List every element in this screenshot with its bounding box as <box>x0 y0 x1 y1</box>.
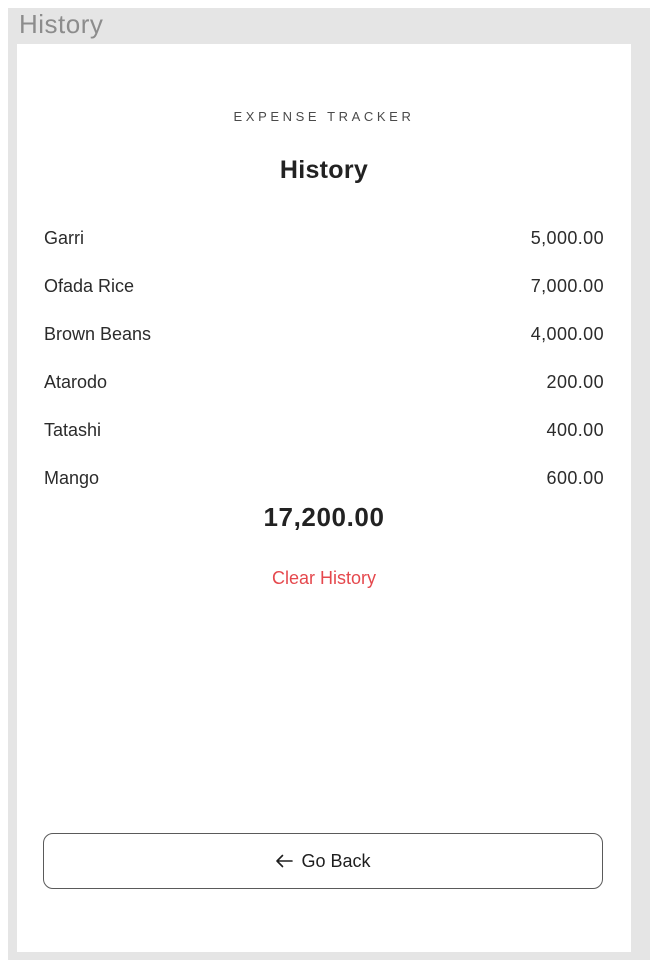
go-back-button[interactable]: Go Back <box>43 833 603 889</box>
arrow-left-icon <box>275 854 294 868</box>
go-back-label: Go Back <box>301 850 371 871</box>
history-screen: EXPENSE TRACKER History Garri 5,000.00 O… <box>17 44 631 952</box>
history-item-amount: 200.00 <box>546 371 604 392</box>
history-item-amount: 7,000.00 <box>530 275 604 296</box>
history-item: Tatashi 400.00 <box>44 406 604 454</box>
history-list: Garri 5,000.00 Ofada Rice 7,000.00 Brown… <box>44 214 604 502</box>
history-item: Atarodo 200.00 <box>44 358 604 406</box>
app-name: EXPENSE TRACKER <box>233 109 415 124</box>
history-item-amount: 5,000.00 <box>530 227 604 248</box>
history-item: Garri 5,000.00 <box>44 214 604 262</box>
history-item-amount: 4,000.00 <box>530 323 604 344</box>
screen-frame: History EXPENSE TRACKER History Garri 5,… <box>8 8 650 960</box>
history-item-name: Ofada Rice <box>44 275 135 296</box>
history-item-name: Mango <box>44 467 100 488</box>
history-item-amount: 400.00 <box>546 419 604 440</box>
total-amount: 17,200.00 <box>263 502 385 532</box>
history-item-amount: 600.00 <box>546 467 604 488</box>
history-item: Mango 600.00 <box>44 454 604 502</box>
page-title: History <box>279 156 369 184</box>
history-item: Ofada Rice 7,000.00 <box>44 262 604 310</box>
history-item-name: Tatashi <box>44 419 102 440</box>
clear-history-button[interactable]: Clear History <box>17 568 631 589</box>
history-item-name: Garri <box>44 227 84 248</box>
history-item: Brown Beans 4,000.00 <box>44 310 604 358</box>
frame-title: History <box>19 9 104 39</box>
history-item-name: Atarodo <box>44 371 108 392</box>
history-item-name: Brown Beans <box>44 323 152 344</box>
